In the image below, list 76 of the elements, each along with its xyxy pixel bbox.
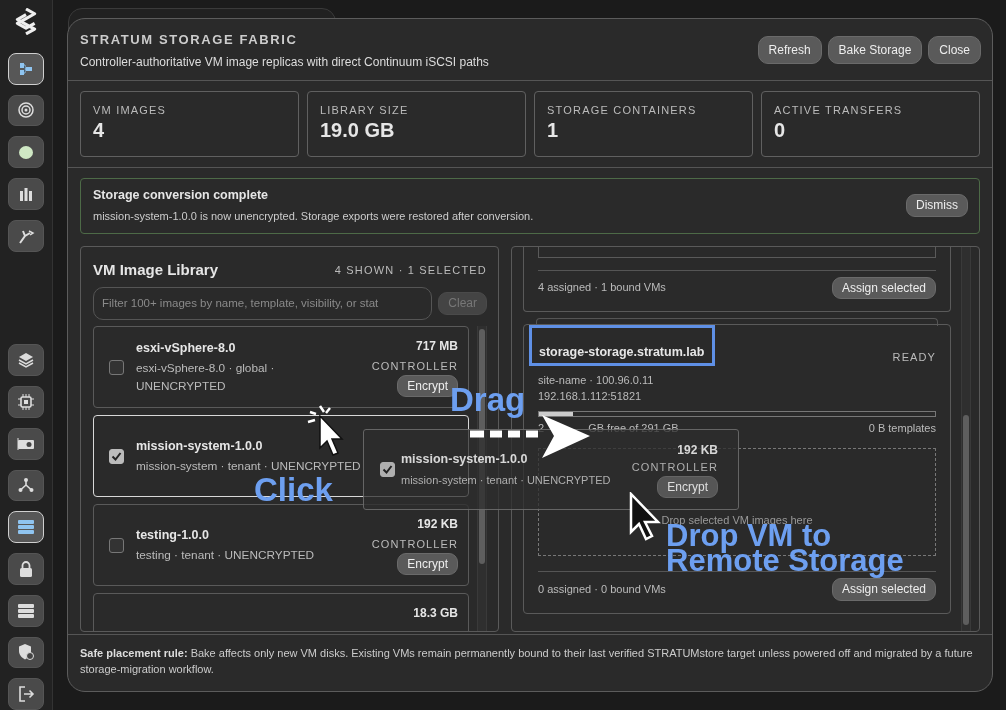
stat-value: 4 <box>93 118 106 142</box>
header-button[interactable]: Refresh <box>757 36 822 65</box>
modal-title: STRATUM STORAGE FABRIC <box>80 31 299 49</box>
storage-icon <box>17 518 35 537</box>
sidebar-button[interactable] <box>8 636 44 669</box>
sidebar-button[interactable] <box>8 594 44 627</box>
assign-button[interactable]: Assign selected <box>831 276 936 299</box>
logo-icon <box>15 8 37 35</box>
checkbox[interactable] <box>109 448 124 464</box>
sidebar-button[interactable] <box>8 553 44 585</box>
image-size: 18.3 GB <box>413 605 458 623</box>
sidebar-button[interactable] <box>8 219 44 252</box>
checkbox[interactable] <box>109 537 124 553</box>
container-address: 192.168.1.112:51821 <box>538 389 643 405</box>
shield-icon <box>17 643 35 662</box>
image-name: mission-system-1.0.0 <box>136 437 263 455</box>
image-location: CONTROLLER <box>371 359 458 375</box>
image-size: 192 KB <box>677 442 718 460</box>
sidebar-button[interactable] <box>8 136 44 169</box>
image-meta: esxi-vSphere-8.0 · global · UNENCRYPTED <box>136 360 276 396</box>
blob-icon <box>17 143 35 162</box>
sidebar-button[interactable] <box>8 94 44 127</box>
sidebar-button[interactable] <box>8 427 44 460</box>
alert-message: mission-system-1.0.0 is now unencrypted. Storage exports were restored after conversion. <box>93 209 534 225</box>
encrypt-button[interactable]: Encrypt <box>657 475 718 498</box>
modal-subtitle: Controller-authoritative VM image replicas with direct Continuum iSCSI paths <box>80 53 489 71</box>
capacity-text: 2 <box>538 420 545 436</box>
container-title: storage-storage.stratum.lab <box>529 324 716 366</box>
image-location: CONTROLLER <box>631 460 718 476</box>
logout-icon <box>17 685 35 704</box>
assign-button[interactable]: Assign selected <box>831 578 936 601</box>
stat-label: LIBRARY SIZE <box>320 102 410 118</box>
container-meta: site-name · 100.96.0.11 <box>538 372 655 388</box>
chip-icon <box>17 393 35 411</box>
header-button[interactable]: Close <box>928 36 981 65</box>
capacity-text: GB free of 291 GB <box>588 420 679 436</box>
stat-label: ACTIVE TRANSFERS <box>774 102 904 118</box>
status-label: READY <box>892 350 936 366</box>
network-icon <box>17 476 35 495</box>
server-icon <box>17 601 35 620</box>
check-icon <box>111 450 122 462</box>
image-size: 717 MB <box>415 338 458 356</box>
footer-note: Safe placement rule: Bake affects only new VM disks. Existing VMs remain permanently bound to their last verified STRATUMstore target unless powered off and migrated by a future storage-migration workflow. <box>68 634 992 691</box>
sidebar-button[interactable] <box>8 678 44 710</box>
image-meta: testing · tenant · UNENCRYPTED <box>136 547 315 565</box>
image-card[interactable]: 18.3 GB <box>93 593 469 631</box>
stat-value: 1 <box>547 118 560 142</box>
image-meta: mission-system · tenant · UNENCRYPTED <box>136 458 361 476</box>
alert-title: Storage conversion complete <box>93 187 270 205</box>
library-title: VM Image Library <box>93 259 219 280</box>
sidebar-button[interactable] <box>8 178 44 210</box>
scrollbar-thumb[interactable] <box>963 414 969 625</box>
target-icon <box>17 101 35 120</box>
image-name: testing-1.0.0 <box>136 526 209 544</box>
image-location: CONTROLLER <box>371 537 458 553</box>
dismiss-button[interactable]: Dismiss <box>906 194 968 217</box>
library-summary: 4 SHOWN · 1 SELECTED <box>334 262 487 278</box>
stat-value: 19.0 GB <box>320 118 396 142</box>
templates-label: 0 B templates <box>868 420 936 436</box>
stat-label: VM IMAGES <box>93 102 168 118</box>
header-button[interactable]: Bake Storage <box>827 36 923 65</box>
lock-icon <box>17 559 35 578</box>
sidebar-button[interactable] <box>8 469 44 502</box>
search-field[interactable]: Filter 100+ images by name, template, visibility, or stat <box>93 287 433 321</box>
sidebar-button[interactable] <box>8 344 44 377</box>
checkbox[interactable] <box>109 359 124 375</box>
cursor-icon <box>628 492 662 542</box>
sidebar-button[interactable] <box>8 386 44 418</box>
container-summary: 0 assigned · 0 bound VMs <box>538 582 666 598</box>
image-name: esxi-vSphere-8.0 <box>136 339 236 357</box>
image-size: 192 KB <box>417 516 458 534</box>
layers-icon <box>17 351 35 370</box>
container-summary: 4 assigned · 1 bound VMs <box>538 280 666 296</box>
stat-value: 0 <box>774 118 787 142</box>
stat-label: STORAGE CONTAINERS <box>547 102 698 118</box>
encrypt-button[interactable]: Encrypt <box>397 552 458 576</box>
